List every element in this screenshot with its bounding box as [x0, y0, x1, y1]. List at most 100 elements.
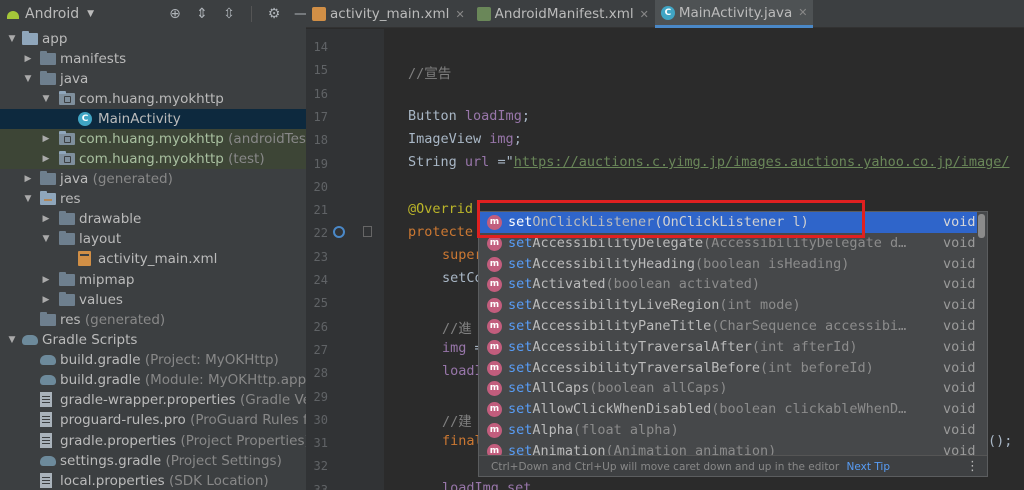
package-icon [59, 131, 75, 145]
tree-item-mainactivity[interactable]: C MainActivity [0, 109, 306, 129]
code-field: url [464, 154, 490, 170]
tree-item-local-properties[interactable]: local.properties (SDK Location) [0, 471, 306, 490]
completion-return-type: void [943, 380, 976, 397]
completion-item[interactable]: m setAccessibilityTraversalBefore(int bef… [479, 358, 977, 379]
tree-item-java[interactable]: ▼ java [0, 69, 306, 89]
chevron-down-icon[interactable]: ▼ [40, 89, 52, 109]
code-punct: (); [988, 433, 1013, 449]
chevron-down-icon[interactable]: ▼ [40, 229, 52, 249]
expand-all-icon[interactable]: ⇕ [193, 5, 211, 23]
line-number: 25 [313, 296, 328, 311]
completion-item[interactable]: m setAllowClickWhenDisabled(boolean click… [479, 399, 977, 420]
tree-item-mipmap[interactable]: ▶ mipmap [0, 270, 306, 290]
project-view-selector[interactable]: Android [25, 6, 79, 22]
folder-icon [59, 272, 75, 286]
code-completion-popup: m setOnClickListener(OnClickListener l) vo… [478, 211, 988, 477]
tab-main-activity[interactable]: C MainActivity.java ✕ [654, 0, 814, 28]
completion-match-prefix: set [508, 359, 533, 376]
completion-params: (float alpha) [573, 422, 679, 438]
chevron-down-icon[interactable]: ▼ [6, 330, 18, 350]
folder-icon [59, 211, 75, 225]
completion-item[interactable]: m setAccessibilityPaneTitle(CharSequence … [479, 316, 977, 337]
code-string-url[interactable]: https://auctions.c.yimg.jp/images.auctio… [514, 154, 1010, 170]
completion-name-rest: AccessibilityLiveRegion [532, 297, 720, 314]
code-line-27: img = [442, 340, 483, 356]
folder-icon [40, 71, 56, 85]
tree-item-name: com.huang.myokhttp [79, 91, 224, 107]
tree-item-java-generated[interactable]: ▶ java (generated) [0, 169, 306, 189]
line-number: 27 [313, 342, 328, 357]
code-line-31-tail: (); [988, 433, 1012, 449]
tree-item-app[interactable]: ▼ app [0, 29, 306, 49]
completion-item[interactable]: m setActivated(boolean activated) void [479, 274, 977, 295]
chevron-down-icon[interactable]: ▼ [6, 29, 18, 49]
tree-item-build-gradle-module[interactable]: build.gradle (Module: MyOKHttp.app) [0, 370, 306, 390]
tree-item-suffix: (Project Properties) [180, 433, 307, 449]
tree-item-proguard-rules[interactable]: proguard-rules.pro (ProGuard Rules for M [0, 410, 306, 430]
completion-item[interactable]: m setAllCaps(boolean allCaps) void [479, 378, 977, 399]
chevron-right-icon[interactable]: ▶ [40, 270, 52, 290]
chevron-right-icon[interactable]: ▶ [40, 149, 52, 169]
completion-name: setAccessibilityHeading [508, 256, 695, 272]
fold-icon[interactable] [363, 226, 372, 237]
tab-activity-main-xml[interactable]: activity_main.xml ✕ [306, 0, 471, 28]
gear-icon[interactable]: ⚙ [265, 5, 283, 23]
tree-item-settings-gradle[interactable]: settings.gradle (Project Settings) [0, 451, 306, 471]
close-icon[interactable]: ✕ [455, 8, 464, 21]
tree-item-activity-main-xml[interactable]: activity_main.xml [0, 249, 306, 269]
override-marker-icon[interactable] [333, 226, 345, 238]
completion-name: setAlpha [508, 422, 573, 438]
completion-signature: setAccessibilityTraversalAfter(int after… [508, 337, 858, 358]
tree-item-name: Gradle Scripts [42, 332, 138, 348]
tree-item-build-gradle-project[interactable]: build.gradle (Project: MyOKHttp) [0, 350, 306, 370]
tree-item-gradle-scripts[interactable]: ▼ Gradle Scripts [0, 330, 306, 350]
completion-item[interactable]: m setAccessibilityHeading(boolean isHeadi… [479, 254, 977, 275]
tree-item-layout[interactable]: ▼ layout [0, 229, 306, 249]
chevron-right-icon[interactable]: ▶ [40, 209, 52, 229]
completion-params: (boolean isHeading) [694, 255, 850, 272]
tree-item-gradle-wrapper[interactable]: gradle-wrapper.properties (Gradle Versio [0, 390, 306, 410]
method-icon: m [487, 339, 502, 355]
completion-name: setAccessibilityTraversalAfter [508, 339, 752, 355]
tree-item-package-androidtest[interactable]: ▶ com.huang.myokhttp (androidTest) [0, 129, 306, 149]
chevron-right-icon[interactable]: ▶ [22, 169, 34, 189]
completion-params: (int beforeId) [759, 359, 874, 376]
android-icon [6, 9, 20, 19]
completion-scrollbar[interactable] [978, 214, 985, 238]
more-options-icon[interactable]: ⋮ [966, 456, 979, 476]
chevron-right-icon[interactable]: ▶ [22, 49, 34, 69]
tree-item-res-generated[interactable]: res (generated) [0, 310, 306, 330]
tree-item-label: manifests [60, 49, 126, 69]
tree-item-values[interactable]: ▶ values [0, 290, 306, 310]
manifest-file-icon [476, 7, 491, 21]
collapse-all-icon[interactable]: ⇳ [220, 5, 238, 23]
chevron-down-icon[interactable]: ▼ [22, 69, 34, 89]
hide-icon[interactable]: — [292, 5, 306, 23]
completion-match-prefix: set [508, 380, 533, 397]
tree-item-drawable[interactable]: ▶ drawable [0, 209, 306, 229]
tree-item-label: com.huang.myokhttp (androidTest) [79, 129, 306, 149]
completion-footer: Ctrl+Down and Ctrl+Up will move caret do… [479, 455, 987, 476]
completion-return-type: void [943, 359, 976, 376]
next-tip-link[interactable]: Next Tip [847, 461, 890, 473]
completion-item[interactable]: m setAccessibilityLiveRegion(int mode) voi… [479, 295, 977, 316]
chevron-right-icon[interactable]: ▶ [40, 290, 52, 310]
completion-item[interactable]: m setAlpha(float alpha) void [479, 420, 977, 441]
close-icon[interactable]: ✕ [640, 8, 649, 21]
chevron-down-icon[interactable]: ▼ [87, 9, 94, 19]
close-icon[interactable]: ✕ [798, 6, 807, 19]
tab-label: MainActivity.java [678, 4, 793, 21]
tree-item-package-test[interactable]: ▶ com.huang.myokhttp (test) [0, 149, 306, 169]
tree-item-manifests[interactable]: ▶ manifests [0, 49, 306, 69]
code-line-23: super [442, 247, 483, 263]
locate-icon[interactable]: ⊕ [166, 5, 184, 23]
completion-item[interactable]: m setAccessibilityTraversalAfter(int afte… [479, 337, 977, 358]
tab-android-manifest[interactable]: AndroidManifest.xml ✕ [471, 0, 655, 28]
tree-item-gradle-properties[interactable]: gradle.properties (Project Properties) [0, 431, 306, 451]
tree-item-label: gradle.properties (Project Properties) [60, 431, 306, 451]
tree-item-res[interactable]: ▼ res [0, 189, 306, 209]
chevron-down-icon[interactable]: ▼ [22, 189, 34, 209]
tree-item-package[interactable]: ▼ com.huang.myokhttp [0, 89, 306, 109]
chevron-right-icon[interactable]: ▶ [40, 129, 52, 149]
completion-match-prefix: set [508, 255, 533, 272]
